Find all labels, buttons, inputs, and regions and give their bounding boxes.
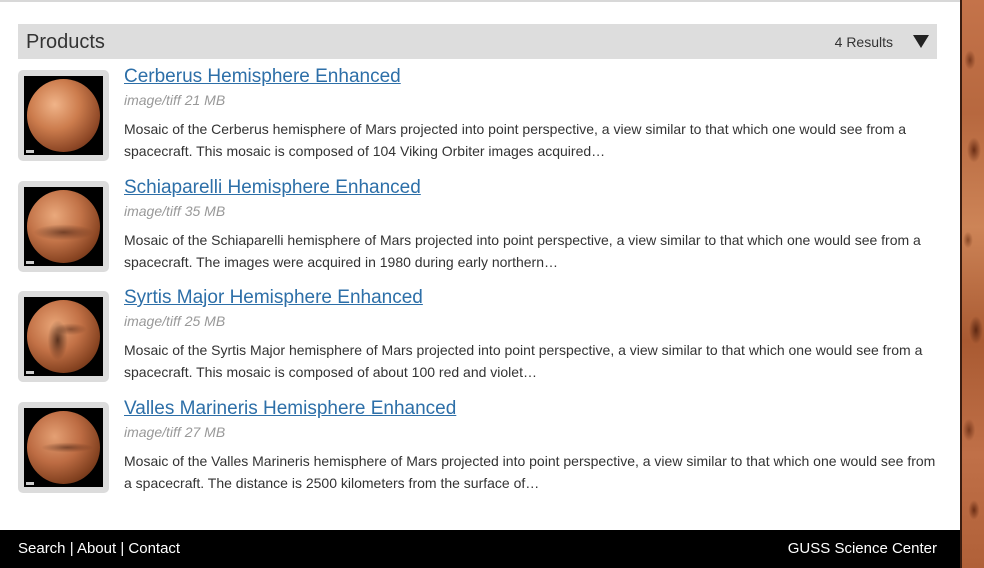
footer-link-contact[interactable]: Contact: [128, 540, 180, 557]
product-meta: image/tiff 27 MB: [124, 423, 226, 440]
product-title-link[interactable]: Syrtis Major Hemisphere Enhanced: [124, 287, 423, 309]
results-count: 4 Results: [834, 34, 893, 50]
top-divider: [0, 0, 960, 2]
footer-link-about[interactable]: About: [77, 540, 116, 557]
mars-background-image: [960, 0, 984, 568]
footer-link-search[interactable]: Search: [18, 540, 66, 557]
mars-image: [27, 189, 100, 263]
product-thumbnail[interactable]: [18, 291, 109, 382]
footer-nav: Search | About | Contact: [18, 540, 180, 557]
product-description: Mosaic of the Valles Marineris hemispher…: [124, 452, 936, 491]
product-thumbnail[interactable]: [18, 180, 109, 272]
list-item: Cerberus Hemisphere Enhanced image/tiff …: [18, 64, 938, 175]
mars-image: [27, 300, 100, 373]
product-meta: image/tiff 25 MB: [124, 313, 226, 329]
product-description: Mosaic of the Schiaparelli hemisphere of…: [124, 231, 921, 270]
products-header: Products 4 Results: [18, 24, 937, 59]
footer: Search | About | Contact GUSS Science Ce…: [0, 530, 960, 568]
product-title-link[interactable]: Valles Marineris Hemisphere Enhanced: [124, 398, 456, 420]
footer-org-name: GUSS Science Center: [787, 540, 937, 557]
product-thumbnail[interactable]: [18, 70, 109, 161]
list-item: Syrtis Major Hemisphere Enhanced image/t…: [18, 285, 938, 396]
mars-image: [27, 79, 100, 152]
product-list: Cerberus Hemisphere Enhanced image/tiff …: [18, 64, 938, 506]
product-thumbnail[interactable]: [18, 401, 109, 493]
mars-image: [27, 410, 100, 484]
product-meta: image/tiff 21 MB: [124, 92, 226, 108]
product-description: Mosaic of the Syrtis Major hemisphere of…: [124, 342, 923, 380]
triangle-down-icon[interactable]: [913, 35, 929, 48]
product-title-link[interactable]: Schiaparelli Hemisphere Enhanced: [124, 177, 421, 199]
product-title-link[interactable]: Cerberus Hemisphere Enhanced: [124, 66, 401, 88]
product-description: Mosaic of the Cerberus hemisphere of Mar…: [124, 121, 907, 159]
list-item: Schiaparelli Hemisphere Enhanced image/t…: [18, 175, 938, 286]
product-meta: image/tiff 35 MB: [124, 202, 226, 219]
list-item: Valles Marineris Hemisphere Enhanced ima…: [18, 396, 938, 507]
products-title: Products: [26, 31, 105, 53]
footer-separator: |: [120, 540, 125, 557]
footer-separator: |: [69, 540, 74, 557]
